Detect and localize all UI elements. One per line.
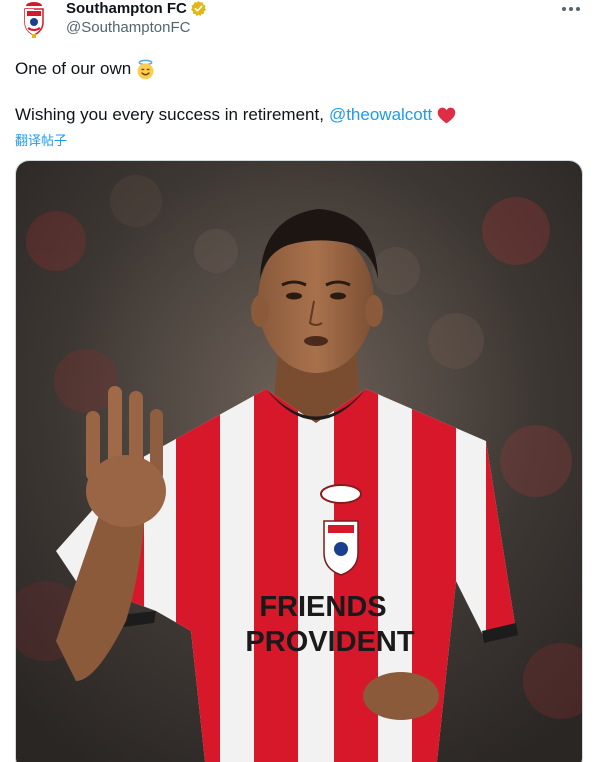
more-horizontal-icon	[562, 7, 580, 11]
tweet-text: One of our own Wishing you every success…	[15, 58, 585, 126]
more-options-button[interactable]	[556, 0, 586, 18]
club-crest-icon	[24, 2, 44, 38]
mention-link[interactable]: @theowalcott	[329, 104, 432, 126]
tweet-line-2: Wishing you every success in retirement,…	[15, 104, 585, 126]
display-name-row: Southampton FC	[66, 0, 207, 17]
player-photo: FRIENDS PROVIDENT	[16, 161, 582, 762]
tweet-media-photo[interactable]: FRIENDS PROVIDENT	[15, 160, 583, 762]
tweet-line-1-text: One of our own	[15, 59, 132, 78]
sponsor-text-line-1: FRIENDS	[259, 591, 386, 623]
sponsor-text-line-2: PROVIDENT	[245, 626, 414, 658]
shirt-club-badge	[320, 484, 362, 576]
halo-face-emoji-icon	[137, 59, 154, 79]
player-right-hand	[363, 672, 439, 720]
verified-badge-icon[interactable]	[190, 0, 207, 17]
avatar[interactable]	[12, 0, 56, 40]
translate-post-link[interactable]: 翻译帖子	[15, 130, 67, 149]
user-info: Southampton FC @SouthamptonFC	[66, 0, 207, 36]
red-heart-emoji-icon	[437, 107, 456, 123]
display-name[interactable]: Southampton FC	[66, 0, 187, 17]
tweet-card: Southampton FC @SouthamptonFC One of our…	[0, 0, 599, 762]
tweet-line-1: One of our own	[15, 58, 585, 80]
tweet-line-2-text: Wishing you every success in retirement,	[15, 105, 324, 124]
user-handle[interactable]: @SouthamptonFC	[66, 19, 207, 36]
